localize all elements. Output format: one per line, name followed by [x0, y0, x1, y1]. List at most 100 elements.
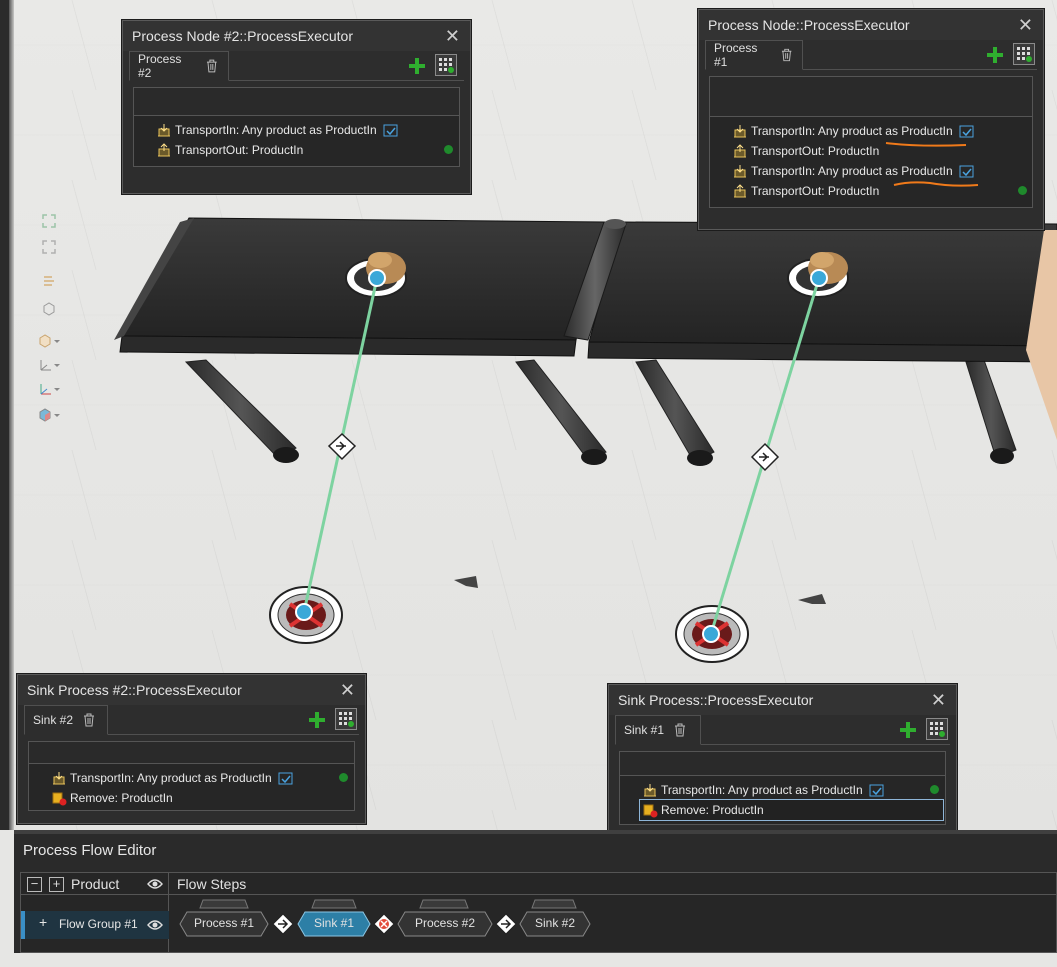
add-icon[interactable] [898, 720, 918, 740]
list-item-selected[interactable]: Remove: ProductIn [639, 799, 944, 821]
list-item[interactable]: TransportIn: Any product as ProductIn [134, 120, 459, 140]
transport-in-icon [53, 772, 65, 785]
panel-title-text: Sink Process #2::ProcessExecutor [27, 682, 242, 698]
close-icon[interactable]: ✕ [340, 675, 355, 705]
item-label: TransportOut: ProductIn [175, 143, 304, 157]
annotation-underline [885, 142, 979, 187]
flow-step-process-1[interactable]: Process #1 [179, 899, 269, 937]
grid-settings-icon[interactable] [335, 708, 357, 730]
trash-icon[interactable] [781, 48, 792, 62]
add-icon[interactable] [407, 56, 427, 76]
flow-step-sink-2[interactable]: Sink #2 [519, 899, 591, 937]
panel-title: Process Node::ProcessExecutor ✕ [699, 10, 1043, 40]
panel-title-text: Sink Process::ProcessExecutor [618, 692, 814, 708]
product-header-label: Product [71, 876, 120, 892]
transport-out-icon [734, 144, 746, 158]
zoom-selection-icon[interactable] [38, 237, 60, 257]
flow-step-sink-1[interactable]: Sink #1 [297, 899, 371, 937]
trash-icon[interactable] [83, 713, 95, 727]
status-dot [1018, 186, 1027, 195]
panel-title: Sink Process::ProcessExecutor ✕ [609, 685, 956, 715]
flow-group-row[interactable]: + Flow Group #1 [21, 911, 169, 939]
link-handle[interactable] [368, 269, 386, 287]
checkbox-icon[interactable] [383, 124, 398, 137]
group-name: Flow Group #1 [59, 917, 138, 931]
product-column-header: − + Product [21, 873, 169, 894]
step-tab [199, 899, 249, 909]
transport-in-icon [158, 124, 170, 137]
step-tab [311, 899, 357, 909]
step-label: Process #1 [193, 916, 255, 930]
add-icon[interactable] [307, 710, 327, 730]
list-item[interactable]: Remove: ProductIn [29, 788, 354, 808]
list-item[interactable]: TransportOut: ProductIn [710, 141, 1032, 161]
add-icon[interactable] [985, 45, 1005, 65]
search-bar[interactable] [134, 88, 459, 116]
tab-label: Process #1 [714, 41, 758, 69]
tab-process-2[interactable]: Process #2 [129, 51, 229, 81]
search-bar[interactable] [710, 77, 1032, 117]
grid-settings-icon[interactable] [435, 54, 457, 76]
item-label: TransportOut: ProductIn [751, 144, 880, 158]
remove-icon [52, 792, 67, 806]
expand-all-button[interactable]: + [49, 877, 64, 892]
process-node-1-panel: Process Node::ProcessExecutor ✕ Process … [698, 9, 1044, 230]
zoom-fit-icon[interactable] [38, 211, 60, 231]
item-label: Remove: ProductIn [661, 803, 764, 817]
shading-icon[interactable] [38, 331, 60, 351]
panel-title-text: Process Node::ProcessExecutor [708, 17, 910, 33]
box-view-icon[interactable] [38, 299, 60, 319]
list-item[interactable]: TransportIn: Any product as ProductIn [29, 768, 354, 788]
sink-process-2-panel: Sink Process #2::ProcessExecutor ✕ Sink … [17, 674, 366, 824]
render-mode-icon[interactable] [38, 405, 60, 425]
item-label: TransportIn: Any product as ProductIn [661, 783, 863, 797]
list-item[interactable]: TransportOut: ProductIn [710, 181, 1032, 201]
list-item[interactable]: TransportIn: Any product as ProductIn [710, 161, 1032, 181]
search-bar[interactable] [29, 742, 354, 764]
tab-process-1[interactable]: Process #1 [705, 40, 803, 70]
process-flow-editor: Process Flow Editor − + Product Flow Ste… [14, 830, 1057, 953]
link-handle[interactable] [810, 269, 828, 287]
transport-in-icon [734, 165, 746, 178]
item-label: TransportIn: Any product as ProductIn [175, 123, 377, 137]
remove-icon [643, 804, 658, 818]
tab-sink-1[interactable]: Sink #1 [615, 715, 701, 745]
remove-connector-icon[interactable] [373, 913, 395, 935]
eye-icon[interactable] [147, 919, 163, 931]
collapse-all-button[interactable]: − [27, 877, 42, 892]
tab-bar: Sink #2 [24, 705, 359, 735]
search-bar[interactable] [620, 752, 945, 776]
list-item[interactable]: TransportOut: ProductIn [134, 140, 459, 160]
checkbox-icon[interactable] [959, 125, 974, 138]
transport-connector-icon[interactable] [495, 913, 517, 935]
trash-icon[interactable] [206, 59, 218, 73]
coordinate-icon[interactable] [38, 379, 60, 399]
transport-in-icon [734, 125, 746, 138]
executor-content: TransportIn: Any product as ProductIn Re… [28, 741, 355, 811]
trash-icon[interactable] [674, 723, 686, 737]
flow-step-process-2[interactable]: Process #2 [397, 899, 493, 937]
link-handle[interactable] [702, 625, 720, 643]
transport-diamond-icon[interactable] [327, 432, 357, 461]
axis-icon[interactable] [38, 355, 60, 375]
list-item[interactable]: TransportIn: Any product as ProductIn [710, 121, 1032, 141]
link-handle[interactable] [295, 603, 313, 621]
grid-settings-icon[interactable] [926, 718, 948, 740]
tab-sink-2[interactable]: Sink #2 [24, 705, 108, 735]
transport-diamond-icon[interactable] [750, 442, 780, 472]
executor-content: TransportIn: Any product as ProductIn Tr… [709, 76, 1033, 208]
grid-settings-icon[interactable] [1013, 43, 1035, 65]
transport-connector-icon[interactable] [272, 913, 294, 935]
sink-process-1-panel: Sink Process::ProcessExecutor ✕ Sink #1 … [608, 684, 957, 841]
checkbox-icon[interactable] [869, 784, 884, 797]
close-icon[interactable]: ✕ [931, 685, 946, 715]
list-item[interactable]: TransportIn: Any product as ProductIn [620, 780, 945, 800]
executor-content: TransportIn: Any product as ProductIn Re… [619, 751, 946, 825]
status-dot [444, 145, 453, 154]
close-icon[interactable]: ✕ [1018, 10, 1033, 40]
group-expand-icon[interactable]: + [39, 914, 47, 930]
eye-icon[interactable] [147, 878, 163, 890]
checkbox-icon[interactable] [278, 772, 293, 785]
close-icon[interactable]: ✕ [445, 21, 460, 51]
snap-icon[interactable] [38, 271, 60, 291]
